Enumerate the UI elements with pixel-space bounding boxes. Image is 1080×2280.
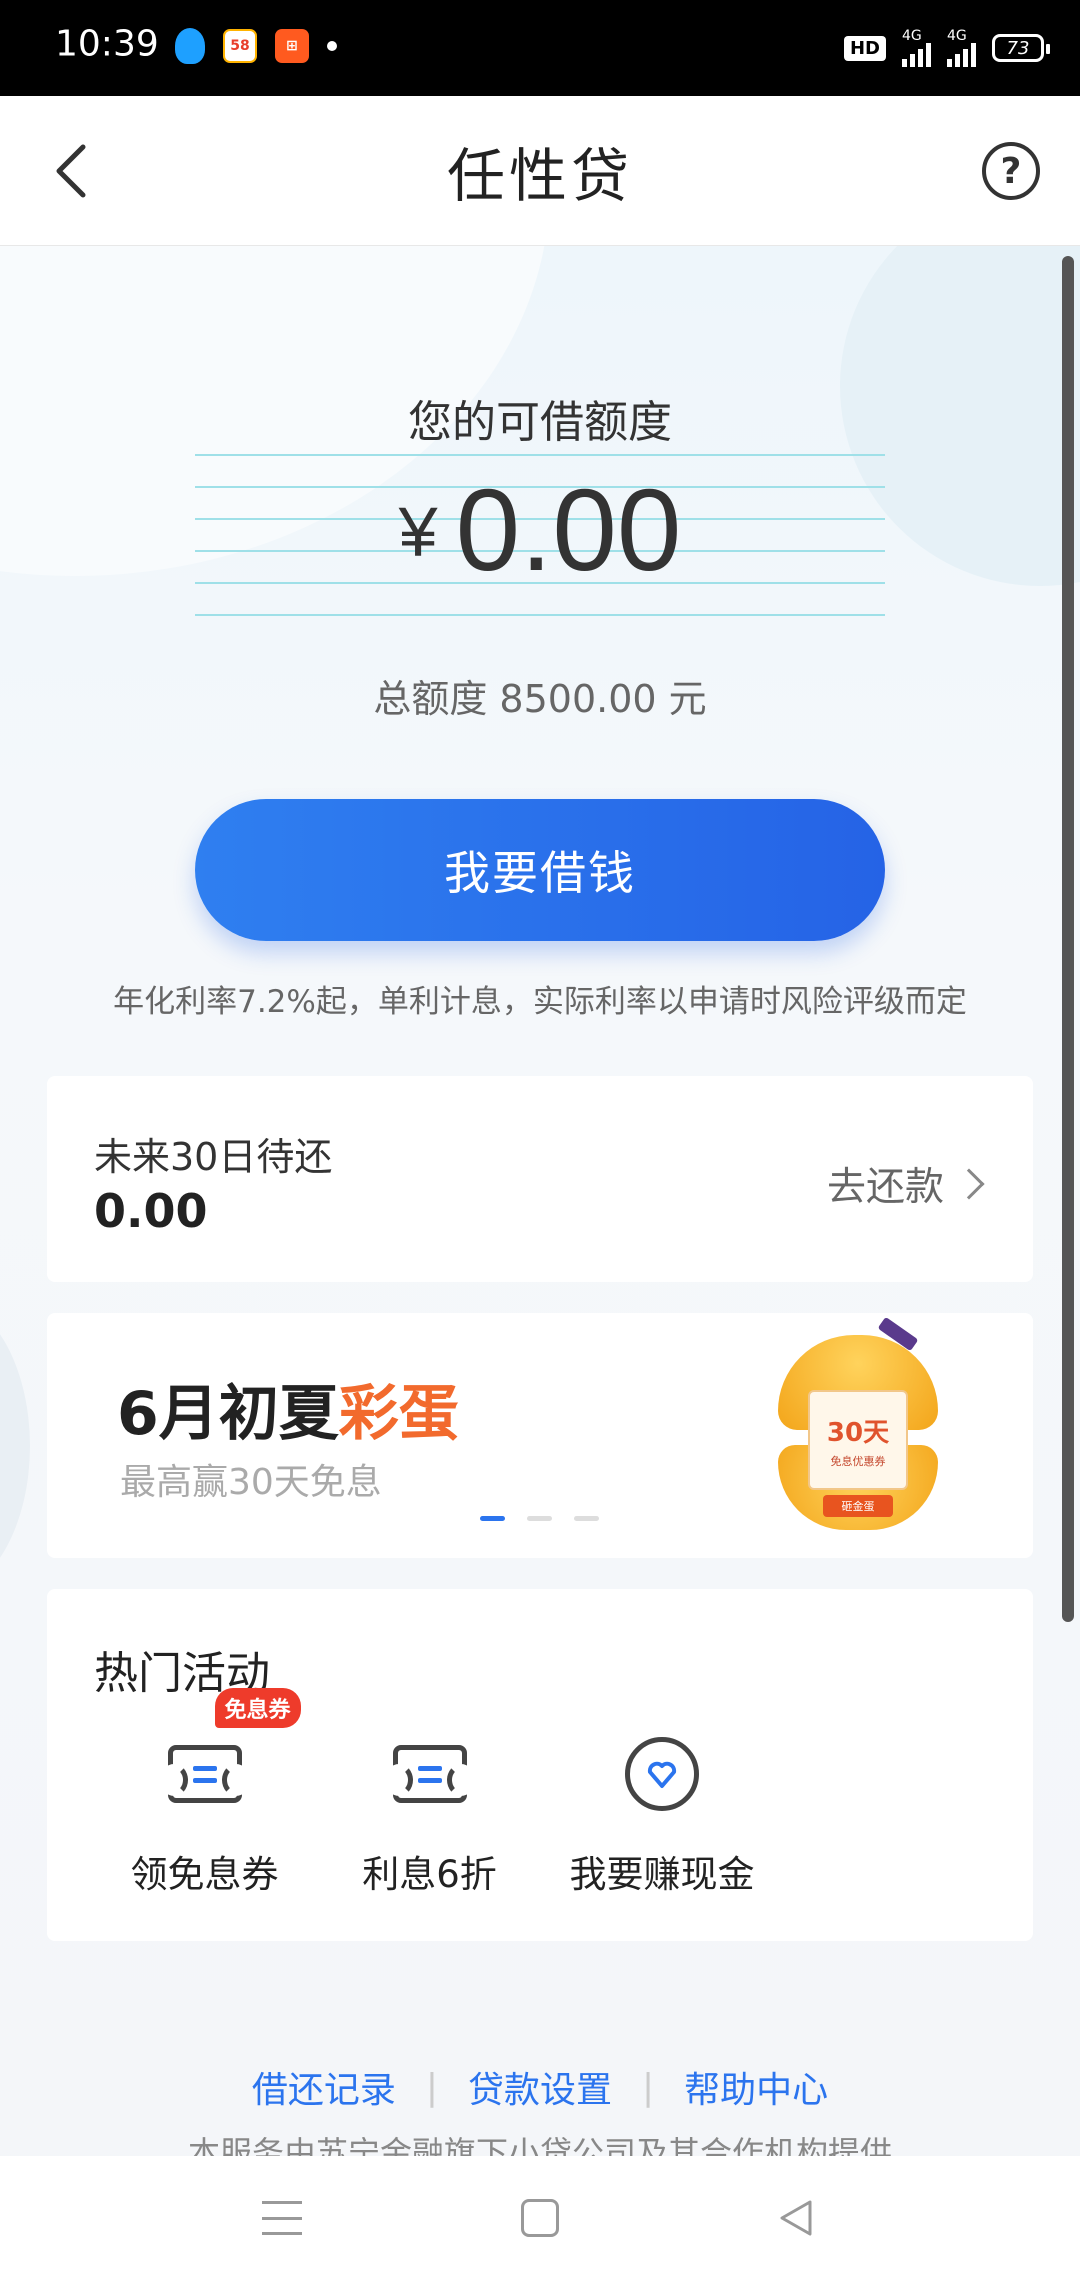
system-navigation-bar [0, 2156, 1080, 2280]
carousel-dot [574, 1516, 599, 1521]
activity-label: 领免息券 [130, 1853, 279, 1896]
activity-interest-discount[interactable]: 利息6折 [342, 1734, 517, 1898]
coupon-icon [159, 1745, 250, 1803]
loan-settings-link[interactable]: 贷款设置 [468, 2061, 612, 2113]
go-repay-link[interactable]: 去还款 [827, 1156, 986, 1212]
repayment-label: 未来30日待还 [94, 1135, 333, 1179]
amount-value: 0.00 [455, 465, 682, 595]
heart-circle-icon [625, 1737, 699, 1811]
carousel-indicator [480, 1516, 599, 1521]
banner-title-highlight: 彩蛋 [338, 1379, 459, 1449]
kuaishou-icon: ⊞ [275, 29, 309, 63]
go-repay-label: 去还款 [826, 1165, 944, 1210]
footer-links: 借还记录 | 贷款设置 | 帮助中心 [0, 2061, 1080, 2113]
home-square-icon[interactable] [521, 2199, 559, 2237]
activity-free-interest-coupon[interactable]: 免息券 领免息券 [117, 1688, 301, 1898]
chevron-right-icon [953, 1168, 985, 1200]
promo-banner[interactable]: 6月初夏彩蛋 最高赢30天免息 30天 免息优惠券 砸金蛋 [47, 1313, 1033, 1558]
status-time: 10:39 [55, 23, 159, 65]
battery-icon: 73 [992, 34, 1050, 62]
qq-icon [175, 28, 205, 64]
page-title: 任性贷 [446, 142, 633, 210]
total-quota: 总额度 8500.00 元 [373, 677, 707, 721]
interest-rate-note: 年化利率7.2%起，单利计息，实际利率以申请时风险评级而定 [113, 984, 967, 1020]
coupon-badge: 免息券 [214, 1688, 301, 1728]
scrollbar[interactable] [1062, 256, 1074, 1622]
signal-icon-2: 4G [947, 29, 976, 67]
more-notifications-dot-icon [327, 41, 337, 51]
repayment-amount: 0.00 [94, 1184, 208, 1238]
carousel-dot [527, 1516, 552, 1521]
carousel-dot [480, 1516, 505, 1521]
available-quota-label: 您的可借额度 [408, 397, 672, 448]
activity-label: 我要赚现金 [569, 1853, 755, 1896]
banner-title: 6月初夏彩蛋 [117, 1379, 459, 1449]
service-provider-note: 本服务由苏宁金融旗下小贷公司及其合作机构提供 [187, 2134, 892, 2156]
link-divider: | [642, 2066, 655, 2108]
loan-records-link[interactable]: 借还记录 [252, 2061, 396, 2113]
link-divider: | [425, 2066, 438, 2108]
back-triangle-icon[interactable] [776, 2198, 816, 2238]
app-58-icon: 58 [223, 29, 257, 63]
hd-icon: HD [843, 35, 886, 61]
borrow-button[interactable]: 我要借钱 [195, 799, 885, 941]
banner-subtitle: 最高赢30天免息 [120, 1462, 382, 1503]
status-bar: 10:39 58 ⊞ HD 4G 4G 73 [0, 0, 1080, 96]
notification-icons: 58 ⊞ [175, 28, 337, 64]
activity-label: 利息6折 [362, 1853, 497, 1896]
golden-egg-icon: 30天 免息优惠券 砸金蛋 [778, 1316, 938, 1535]
egg-band-label: 砸金蛋 [823, 1495, 893, 1517]
repayment-card: 未来30日待还 0.00 去还款 [47, 1076, 1033, 1282]
main-content: 您的可借额度 ¥0.00 总额度 8500.00 元 我要借钱 年化利率7.2%… [0, 246, 1080, 2156]
help-icon[interactable]: ? [982, 142, 1040, 200]
coupon-icon [384, 1745, 475, 1803]
app-header: 任性贷 ? [0, 96, 1080, 246]
activity-earn-cash[interactable]: 我要赚现金 [557, 1734, 767, 1898]
hot-activities-card: 热门活动 免息券 领免息券 利息6折 我要赚现金 [47, 1589, 1033, 1941]
available-amount: ¥0.00 [0, 463, 1080, 597]
background-decoration [0, 1296, 30, 1596]
currency-symbol: ¥ [398, 493, 438, 571]
egg-coupon: 30天 免息优惠券 [808, 1390, 908, 1490]
system-status-icons: HD 4G 4G 73 [843, 29, 1050, 67]
help-center-link[interactable]: 帮助中心 [684, 2061, 828, 2113]
signal-icon-1: 4G [902, 29, 931, 67]
menu-icon[interactable] [262, 2201, 302, 2235]
